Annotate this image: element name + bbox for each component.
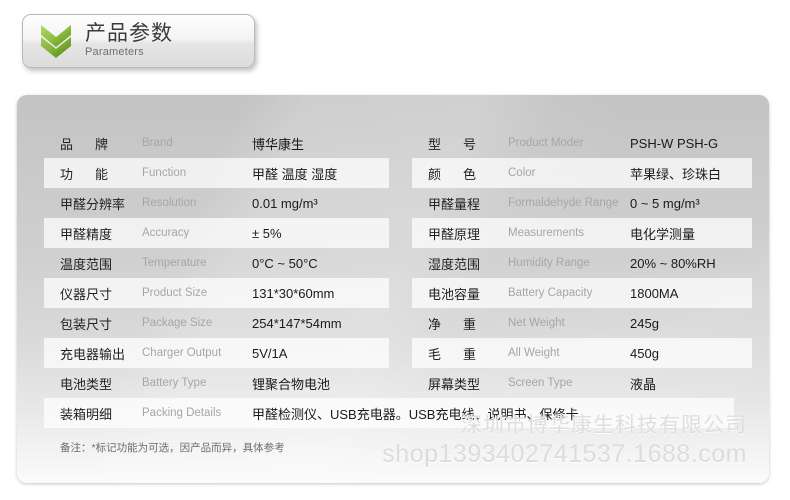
table-row: 屏幕类型 Screen Type 液晶 [412,368,752,398]
row-label-en: Accuracy [142,227,190,239]
spec-column-left: 品牌 Brand 博华康生功能 Function 甲醛 温度 湿度甲醛分辨率 Resolu… [44,128,389,398]
table-row: 电池容量 Battery Capacity 1800MA [412,278,752,308]
table-row: 包装尺寸 Package Size 254*147*54mm [44,308,389,338]
row-label-cn: 净重 [428,316,477,332]
row-label-cn: 装箱明细 [60,406,113,422]
row-label-en: Brand [142,137,173,149]
table-row: 品牌 Brand 博华康生 [44,128,389,158]
table-row: 毛重 All Weight 450g [412,338,752,368]
table-row: 净重 Net Weight 245g [412,308,752,338]
row-label-en: Temperature [142,257,207,269]
row-label-en: Color [508,167,536,179]
specifications-panel: 品牌 Brand 博华康生功能 Function 甲醛 温度 湿度甲醛分辨率 Resolu… [17,95,769,483]
row-label-en: Package Size [142,317,213,329]
row-value: 0 ~ 5 mg/m³ [630,195,700,211]
table-row: 温度范围 Temperature 0°C ~ 50°C [44,248,389,278]
row-label-cn: 功能 [60,166,109,182]
row-label-en: Battery Capacity [508,287,593,299]
row-value: 液晶 [630,376,657,392]
row-label-en: Net Weight [508,317,565,329]
row-label-cn: 型号 [428,136,477,152]
row-label-en: Resolution [142,197,197,209]
row-value: 甲醛检测仪、USB充电器。USB充电线、说明书、保修卡 [252,406,579,422]
row-value: 1800MA [630,285,679,301]
row-label-cn: 电池类型 [60,376,113,392]
row-label-en: Packing Details [142,407,222,419]
row-label-en: Function [142,167,187,179]
badge-title-cn: 产品参数 [85,21,173,45]
table-row: 充电器输出 Charger Output 5V/1A [44,338,389,368]
row-label-en: Product Moder [508,137,584,149]
row-label-cn: 电池容量 [428,286,481,302]
badge-text-group: 产品参数 Parameters [85,22,173,61]
table-row: 颜色 Color 苹果绿、珍珠白 [412,158,752,188]
row-value: 博华康生 [252,136,305,152]
row-value: 0.01 mg/m³ [252,195,318,211]
footnote-text: 备注：*标记功能为可选，因产品而异，具体参考 [60,442,285,454]
watermark-url: shop1393402741537.1688.com [382,440,747,468]
row-label-en: Screen Type [508,377,573,389]
row-value: 0°C ~ 50°C [252,255,318,271]
spec-column-right: 型号 Product Moder PSH-W PSH-G 颜色 Color 苹果绿、珍珠白… [412,128,752,398]
row-label-cn: 毛重 [428,346,477,362]
row-value: ± 5% [252,225,282,241]
row-label-cn: 甲醛量程 [428,196,481,212]
row-value: 5V/1A [252,345,288,361]
row-label-cn: 颜色 [428,166,477,182]
badge-title-en: Parameters [85,45,144,58]
row-label-en: Formaldehyde Range [508,197,619,209]
row-label-en: Battery Type [142,377,207,389]
table-row: 甲醛量程 Formaldehyde Range 0 ~ 5 mg/m³ [412,188,752,218]
table-row-packing-details: 装箱明细 Packing Details 甲醛检测仪、USB充电器。USB充电线… [44,398,734,428]
row-label-cn: 仪器尺寸 [60,286,113,302]
row-label-cn: 温度范围 [60,256,113,272]
table-row: 仪器尺寸 Product Size 131*30*60mm [44,278,389,308]
row-label-cn: 屏幕类型 [428,376,481,392]
row-label-cn: 湿度范围 [428,256,481,272]
row-label-en: Humidity Range [508,257,590,269]
table-row: 电池类型 Battery Type 锂聚合物电池 [44,368,389,398]
table-row: 甲醛分辨率 Resolution 0.01 mg/m³ [44,188,389,218]
row-value: 苹果绿、珍珠白 [630,166,722,182]
row-value: 254*147*54mm [252,315,342,331]
row-label-en: Product Size [142,287,208,299]
green-double-chevron-icon [39,22,73,60]
row-label-cn: 品牌 [60,136,109,152]
row-label-cn: 甲醛原理 [428,226,481,242]
row-label-cn: 甲醛精度 [60,226,113,242]
row-label-cn: 包装尺寸 [60,316,113,332]
row-label-cn: 甲醛分辨率 [60,196,126,212]
table-row: 功能 Function 甲醛 温度 湿度 [44,158,389,188]
product-parameters-badge: 产品参数 Parameters [22,14,255,68]
row-value: 甲醛 温度 湿度 [252,166,338,182]
row-value: 245g [630,315,659,331]
row-value: 450g [630,345,659,361]
row-label-cn: 充电器输出 [60,346,126,362]
row-label-en: Measurements [508,227,585,239]
row-value: 锂聚合物电池 [252,376,331,392]
row-value: PSH-W PSH-G [630,135,719,151]
row-value: 131*30*60mm [252,285,335,301]
row-value: 电化学测量 [630,226,696,242]
row-label-en: Charger Output [142,347,222,359]
table-row: 甲醛精度 Accuracy ± 5% [44,218,389,248]
row-label-en: All Weight [508,347,560,359]
table-row: 型号 Product Moder PSH-W PSH-G [412,128,752,158]
row-value: 20% ~ 80%RH [630,255,716,271]
table-row: 甲醛原理 Measurements 电化学测量 [412,218,752,248]
table-row: 湿度范围 Humidity Range 20% ~ 80%RH [412,248,752,278]
